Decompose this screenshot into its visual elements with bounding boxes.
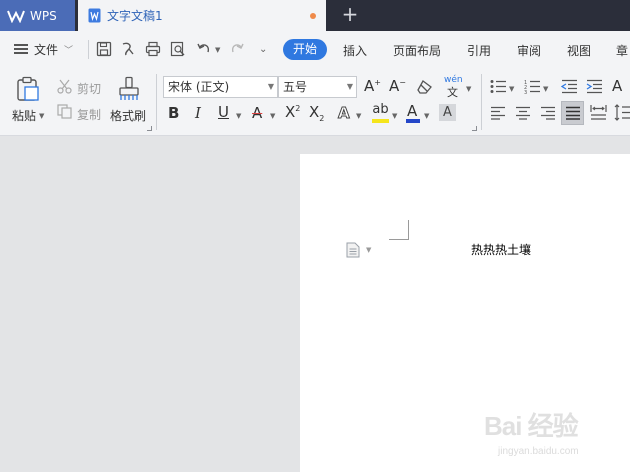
wps-tab-label: WPS — [30, 8, 57, 23]
document-tab[interactable]: 文字文稿1 — [78, 0, 326, 31]
font-size-value: 五号 — [283, 80, 308, 94]
divider — [481, 74, 482, 130]
ribbon-home: 粘贴 ▼ 剪切 复制 格式刷 宋体 (正文) ▼ 五号 ▼ A+ A− wén … — [0, 68, 630, 136]
baidu-jingyan-watermark: Bai 经验 jingyan.baidu.com — [480, 400, 610, 468]
file-menu-button[interactable]: 文件 ﹀ — [14, 39, 73, 59]
font-group-launcher[interactable] — [472, 126, 477, 131]
tab-insert[interactable]: 插入 — [343, 42, 367, 59]
bullet-list-dropdown-icon[interactable]: ▼ — [509, 85, 514, 93]
undo-icon[interactable] — [196, 41, 212, 57]
align-right-icon[interactable] — [540, 106, 556, 120]
watermark-url: jingyan.baidu.com — [498, 446, 579, 457]
font-name-select[interactable]: 宋体 (正文) ▼ — [163, 76, 278, 98]
numbered-list-icon[interactable]: 123 — [524, 79, 541, 94]
tab-chapter[interactable]: 章 — [616, 42, 628, 59]
chevron-down-icon: ▼ — [267, 82, 274, 91]
underline-icon[interactable]: U — [218, 103, 229, 121]
cut-label[interactable]: 剪切 — [77, 80, 101, 97]
clipboard-group-launcher[interactable] — [147, 126, 152, 131]
file-menu-label: 文件 — [34, 42, 59, 57]
pinyin-dropdown-icon[interactable]: ▼ — [466, 85, 471, 93]
font-color-swatch — [406, 119, 420, 123]
grow-font-icon[interactable]: A+ — [364, 77, 381, 95]
text-effect-icon[interactable]: A — [338, 104, 351, 123]
redo-icon[interactable] — [229, 41, 245, 57]
wps-logo-icon — [7, 10, 25, 23]
hamburger-icon — [14, 44, 28, 54]
justify-button-active[interactable] — [561, 101, 584, 125]
italic-icon[interactable]: I — [195, 104, 201, 122]
new-tab-button[interactable]: + — [340, 4, 360, 26]
paste-dropdown-icon[interactable]: ▼ — [39, 112, 44, 120]
wps-writer-window: WPS 文字文稿1 + 文件 ﹀ ▼ ⌄ 开始 插入 页面布局 引用 审阅 视图… — [0, 0, 630, 472]
text-direction-icon[interactable]: A — [612, 77, 622, 95]
chevron-down-icon: ▼ — [346, 82, 353, 91]
bullet-list-icon[interactable] — [490, 79, 507, 94]
font-color-dropdown-icon[interactable]: ▼ — [424, 112, 429, 120]
margin-corner-mark — [389, 220, 409, 240]
tab-page-layout[interactable]: 页面布局 — [393, 42, 441, 59]
tab-view[interactable]: 视图 — [567, 42, 591, 59]
tab-review[interactable]: 审阅 — [517, 42, 541, 59]
strikethrough-icon[interactable]: A — [252, 104, 262, 122]
align-left-icon[interactable] — [490, 106, 506, 120]
format-painter-label[interactable]: 格式刷 — [110, 107, 146, 124]
shrink-font-icon[interactable]: A− — [389, 77, 406, 95]
cut-icon[interactable] — [57, 79, 72, 94]
numbered-list-dropdown-icon[interactable]: ▼ — [543, 85, 548, 93]
format-painter-icon[interactable] — [118, 76, 140, 102]
paragraph-doc-icon[interactable] — [346, 242, 360, 258]
divider — [156, 74, 157, 130]
undo-dropdown-icon[interactable]: ▼ — [215, 46, 220, 54]
paragraph-dropdown-icon[interactable]: ▼ — [366, 246, 371, 254]
underline-dropdown-icon[interactable]: ▼ — [236, 112, 241, 120]
tab-references[interactable]: 引用 — [467, 42, 491, 59]
export-pdf-icon[interactable] — [120, 41, 136, 57]
strikethrough-dropdown-icon[interactable]: ▼ — [270, 112, 275, 120]
decrease-indent-icon[interactable] — [561, 79, 578, 94]
pinyin-guide-glyph-icon[interactable]: 文 — [447, 84, 458, 100]
menu-bar: 文件 ﹀ ▼ ⌄ 开始 插入 页面布局 引用 审阅 视图 章 — [0, 31, 630, 68]
clear-formatting-icon[interactable] — [417, 80, 433, 94]
title-bar: WPS 文字文稿1 + — [0, 0, 630, 31]
quick-access-customize-icon[interactable]: ⌄ — [259, 44, 267, 55]
print-preview-icon[interactable] — [170, 41, 186, 57]
bold-icon[interactable]: B — [168, 104, 179, 122]
font-color-icon[interactable]: A — [407, 102, 417, 120]
copy-icon[interactable] — [57, 104, 72, 119]
save-icon[interactable] — [96, 41, 112, 57]
highlight-color-swatch — [372, 119, 389, 123]
document-body-text[interactable]: 热热热土壤 — [471, 241, 531, 258]
distributed-align-icon[interactable] — [590, 104, 607, 121]
divider — [88, 40, 89, 59]
character-shading-icon[interactable]: A — [439, 104, 456, 121]
subscript-icon[interactable]: X2 — [309, 103, 324, 123]
increase-indent-icon[interactable] — [586, 79, 603, 94]
align-center-icon[interactable] — [515, 106, 531, 120]
wps-home-tab[interactable]: WPS — [0, 0, 75, 31]
paste-label[interactable]: 粘贴 — [12, 107, 36, 124]
tab-home[interactable]: 开始 — [283, 39, 327, 60]
line-spacing-icon[interactable] — [614, 104, 630, 121]
paste-icon[interactable] — [16, 76, 40, 102]
text-effect-dropdown-icon[interactable]: ▼ — [356, 112, 361, 120]
document-tab-label: 文字文稿1 — [107, 9, 163, 23]
unsaved-indicator — [310, 13, 316, 19]
font-name-value: 宋体 (正文) — [168, 80, 230, 94]
highlight-dropdown-icon[interactable]: ▼ — [392, 112, 397, 120]
copy-label[interactable]: 复制 — [77, 106, 101, 123]
watermark-brand: Bai 经验 — [484, 411, 579, 441]
print-icon[interactable] — [145, 41, 161, 57]
chevron-down-icon: ﹀ — [64, 45, 74, 56]
svg-text:3: 3 — [524, 90, 527, 94]
justify-icon — [566, 106, 580, 120]
superscript-icon[interactable]: X2 — [285, 103, 300, 121]
writer-doc-icon — [88, 8, 101, 23]
font-size-select[interactable]: 五号 ▼ — [278, 76, 357, 98]
